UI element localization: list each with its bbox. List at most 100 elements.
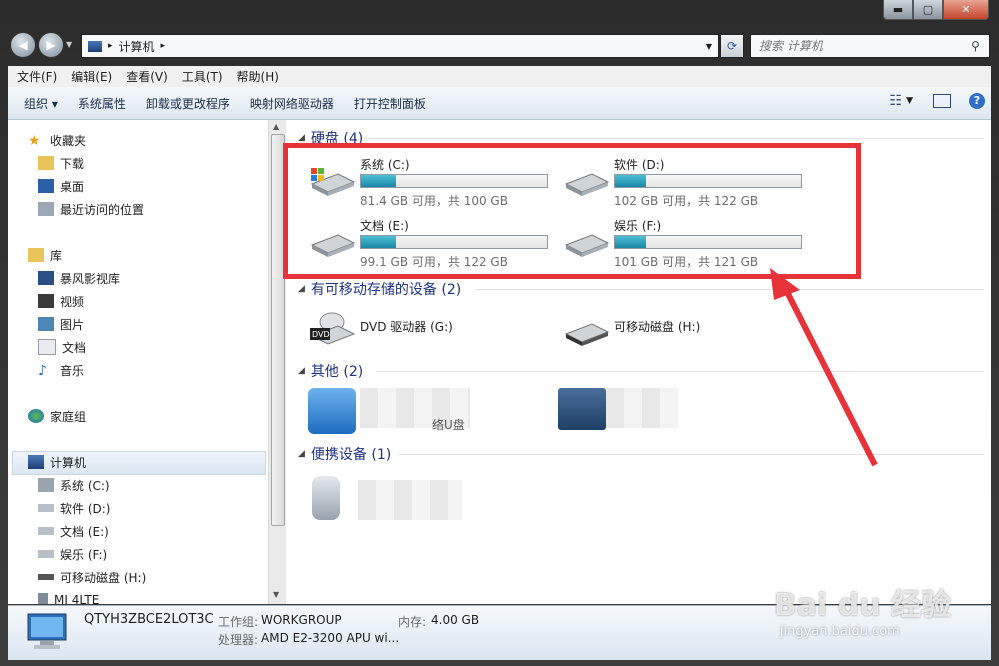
back-button[interactable]: ◀ bbox=[10, 32, 36, 58]
nav-label: MI 4LTE bbox=[54, 593, 100, 604]
nav-label: 图片 bbox=[60, 317, 85, 332]
group-removable[interactable]: ◢ 有可移动存储的设备 (2) bbox=[298, 279, 461, 299]
memory-label: 内存: bbox=[398, 615, 427, 629]
nav-label: 库 bbox=[50, 248, 63, 263]
view-options-icon[interactable]: ☷ bbox=[890, 93, 903, 109]
menu-file[interactable]: 文件(F) bbox=[17, 68, 57, 85]
address-dropdown-icon[interactable]: ▼ bbox=[706, 42, 712, 51]
arrow-left-icon: ◀ bbox=[18, 38, 28, 52]
nav-label: 可移动磁盘 (H:) bbox=[60, 570, 147, 585]
annotation-arrow bbox=[770, 268, 878, 467]
minimize-button[interactable]: ▬ bbox=[883, 0, 913, 20]
window-controls: ▬ ▢ ✕ bbox=[883, 0, 989, 20]
removable-disk-icon bbox=[38, 574, 54, 580]
dvd-drive[interactable]: DVD DVD 驱动器 (G:) bbox=[308, 306, 558, 350]
map-network-drive-button[interactable]: 映射网络驱动器 bbox=[250, 95, 334, 112]
collapse-arrow-icon[interactable]: ◢ bbox=[298, 133, 305, 143]
computer-monitor-icon bbox=[26, 612, 70, 652]
pictures-icon bbox=[38, 317, 54, 331]
menu-help[interactable]: 帮助(H) bbox=[237, 68, 279, 85]
removable-disk-icon bbox=[562, 312, 610, 348]
open-control-panel-button[interactable]: 打开控制面板 bbox=[354, 95, 426, 112]
group-other[interactable]: ◢ 其他 (2) bbox=[298, 361, 363, 381]
group-title-text: 便携设备 (1) bbox=[310, 447, 392, 463]
nav-item-drive-c[interactable]: 系统 (C:) bbox=[38, 474, 110, 496]
phone-icon bbox=[38, 593, 48, 604]
group-portable[interactable]: ◢ 便携设备 (1) bbox=[298, 444, 391, 464]
organize-button[interactable]: 组织 ▾ bbox=[24, 95, 58, 112]
uninstall-program-button[interactable]: 卸载或更改程序 bbox=[146, 95, 230, 112]
nav-item-downloads[interactable]: 下载 bbox=[38, 152, 84, 174]
computer-icon bbox=[28, 455, 44, 469]
collapse-arrow-icon[interactable]: ◢ bbox=[298, 284, 305, 294]
nav-label: 家庭组 bbox=[50, 409, 87, 424]
nav-item-drive-d[interactable]: 软件 (D:) bbox=[38, 497, 110, 519]
portable-phone[interactable] bbox=[308, 472, 558, 526]
group-divider bbox=[364, 138, 984, 139]
scroll-up-icon[interactable]: ▲ bbox=[273, 122, 279, 131]
nav-item-drive-h[interactable]: 可移动磁盘 (H:) bbox=[38, 566, 146, 588]
history-dropdown-icon[interactable]: ▼ bbox=[66, 40, 72, 49]
device-name: 可移动磁盘 (H:) bbox=[614, 320, 701, 334]
nav-computer[interactable]: 计算机 bbox=[28, 451, 86, 473]
system-drive-icon bbox=[38, 478, 54, 492]
group-title-text: 其他 (2) bbox=[310, 364, 364, 380]
view-dropdown-icon[interactable]: ▼ bbox=[906, 96, 913, 106]
collapse-arrow-icon[interactable]: ◢ bbox=[298, 449, 305, 459]
phone-icon bbox=[312, 476, 340, 520]
maximize-button[interactable]: ▢ bbox=[913, 0, 943, 20]
menu-bar: 文件(F) 编辑(E) 查看(V) 工具(T) 帮助(H) bbox=[8, 66, 991, 87]
nav-item-recent[interactable]: 最近访问的位置 bbox=[38, 198, 144, 220]
forward-button[interactable]: ▶ bbox=[38, 32, 64, 58]
explorer-window: ▬ ▢ ✕ ◀ ▶ ▼ ▸ 计算机 ▸ ▼ ⟳ ⚲ 文件(F) 编辑(E) 查看… bbox=[0, 0, 999, 666]
arrow-right-icon: ▶ bbox=[46, 38, 56, 52]
system-properties-button[interactable]: 系统属性 bbox=[78, 95, 126, 112]
nav-item-phone[interactable]: MI 4LTE bbox=[38, 589, 99, 604]
nav-item-pictures[interactable]: 图片 bbox=[38, 313, 84, 335]
nav-item-drive-e[interactable]: 文档 (E:) bbox=[38, 520, 109, 542]
nav-item-drive-f[interactable]: 娱乐 (F:) bbox=[38, 543, 107, 565]
cpu-label: 处理器: bbox=[218, 633, 259, 647]
nav-label: 计算机 bbox=[50, 455, 87, 470]
close-button[interactable]: ✕ bbox=[943, 0, 989, 20]
menu-edit[interactable]: 编辑(E) bbox=[71, 68, 112, 85]
desktop-icon bbox=[38, 179, 54, 193]
nav-homegroup[interactable]: 家庭组 bbox=[28, 405, 86, 427]
nav-item-baofeng[interactable]: 暴风影视库 bbox=[38, 267, 120, 289]
navigation-pane: ★ 收藏夹 下载 桌面 最近访问的位置 库 暴风影视库 视频 图片 文档 ♪ 音乐 … bbox=[8, 120, 268, 604]
nav-item-music[interactable]: ♪ 音乐 bbox=[38, 359, 84, 381]
video-library-icon bbox=[38, 271, 54, 285]
dvd-drive-icon: DVD bbox=[308, 312, 356, 348]
nav-favorites[interactable]: ★ 收藏夹 bbox=[28, 129, 86, 151]
watermark-url: jingyan.baidu.com bbox=[779, 624, 900, 639]
search-input[interactable] bbox=[757, 38, 971, 54]
search-box[interactable]: ⚲ bbox=[750, 34, 990, 58]
device-name: 络U盘 bbox=[432, 418, 465, 432]
menu-tools[interactable]: 工具(T) bbox=[182, 68, 223, 85]
scroll-down-icon[interactable]: ▼ bbox=[273, 590, 279, 599]
address-field[interactable]: ▸ 计算机 ▸ ▼ bbox=[81, 34, 719, 58]
nav-label: 桌面 bbox=[60, 179, 85, 194]
highlight-box bbox=[283, 143, 861, 279]
hard-drive-icon bbox=[38, 527, 54, 535]
group-divider bbox=[376, 371, 984, 372]
menu-view[interactable]: 查看(V) bbox=[126, 68, 168, 85]
nav-item-documents[interactable]: 文档 bbox=[38, 336, 86, 358]
search-icon[interactable]: ⚲ bbox=[971, 39, 980, 53]
nav-label: 收藏夹 bbox=[50, 133, 87, 148]
address-bar-row: ◀ ▶ ▼ ▸ 计算机 ▸ ▼ ⟳ ⚲ bbox=[8, 30, 991, 60]
network-usb-disk[interactable]: 络U盘 bbox=[308, 386, 558, 440]
toolbar-right: ☷ ▼ ? bbox=[890, 93, 985, 109]
collapse-arrow-icon[interactable]: ◢ bbox=[298, 366, 305, 376]
nav-item-videos[interactable]: 视频 bbox=[38, 290, 84, 312]
breadcrumb-separator-icon[interactable]: ▸ bbox=[161, 41, 166, 51]
preview-pane-icon[interactable] bbox=[933, 94, 951, 108]
nav-item-desktop[interactable]: 桌面 bbox=[38, 175, 84, 197]
nav-libraries[interactable]: 库 bbox=[28, 244, 62, 266]
breadcrumb-computer[interactable]: 计算机 bbox=[119, 38, 155, 55]
nav-label: 文档 bbox=[62, 340, 87, 355]
refresh-button[interactable]: ⟳ bbox=[720, 34, 744, 58]
help-icon[interactable]: ? bbox=[969, 93, 985, 109]
hard-drive-icon bbox=[38, 550, 54, 558]
nav-label: 暴风影视库 bbox=[60, 271, 121, 286]
